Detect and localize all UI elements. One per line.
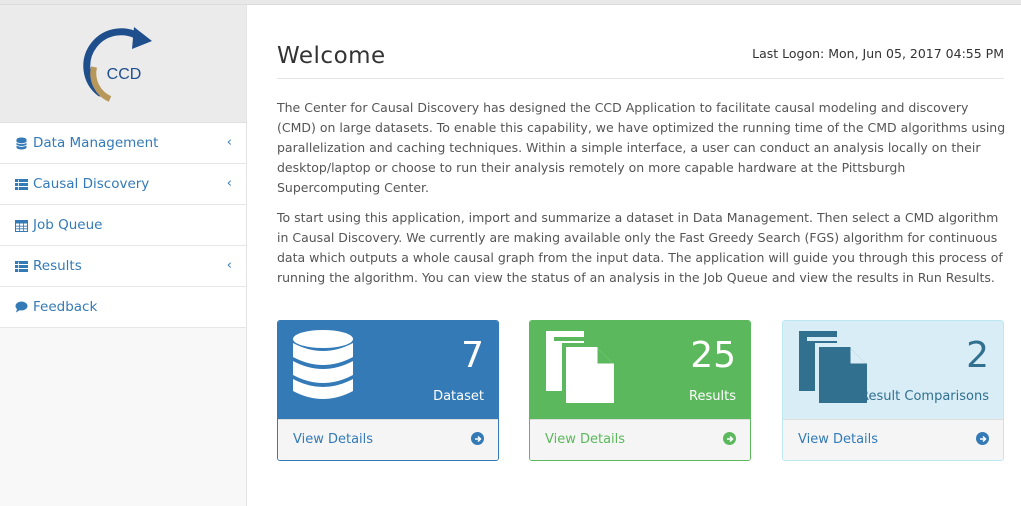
arrow-circle-right-icon [976, 432, 989, 445]
sidebar: CCD Data Management ‹ Causal Discovery ‹… [0, 5, 247, 506]
comparisons-label: Result Comparisons [860, 389, 989, 404]
comment-icon [13, 300, 29, 314]
results-label: Results [689, 389, 736, 404]
chevron-left-icon: ‹ [226, 135, 232, 150]
sidebar-item-label: Results [33, 258, 82, 274]
dataset-panel: 7 Dataset View Details [277, 320, 499, 461]
sidebar-nav: Data Management ‹ Causal Discovery ‹ Job… [0, 123, 246, 328]
sidebar-item-data-management[interactable]: Data Management ‹ [0, 123, 246, 164]
main-content: Welcome Last Logon: Mon, Jun 05, 2017 04… [247, 5, 1021, 506]
results-count: 25 [690, 335, 736, 376]
page-header: Welcome Last Logon: Mon, Jun 05, 2017 04… [277, 41, 1004, 79]
sidebar-item-label: Job Queue [33, 217, 103, 233]
result-comparisons-panel: 2 Result Comparisons View Details [782, 320, 1004, 461]
intro-paragraph: The Center for Causal Discovery has desi… [277, 100, 1006, 195]
dataset-count: 7 [461, 335, 484, 376]
logo-text: CCD [107, 66, 142, 83]
list-icon [13, 259, 29, 273]
sidebar-item-results[interactable]: Results ‹ [0, 246, 246, 287]
ccd-logo[interactable]: CCD [80, 21, 170, 111]
arrow-circle-right-icon [471, 432, 484, 445]
sidebar-item-job-queue[interactable]: Job Queue [0, 205, 246, 246]
sidebar-item-feedback[interactable]: Feedback [0, 287, 246, 328]
database-icon [13, 136, 29, 150]
database-icon [292, 329, 354, 407]
view-details-link[interactable]: View Details [783, 419, 1003, 460]
panel-heading: 7 Dataset [278, 321, 498, 419]
chevron-left-icon: ‹ [226, 258, 232, 273]
last-logon: Last Logon: Mon, Jun 05, 2017 04:55 PM [752, 46, 1004, 61]
results-panel: 25 Results View Details [529, 320, 751, 461]
view-details-label: View Details [798, 432, 879, 447]
sidebar-item-causal-discovery[interactable]: Causal Discovery ‹ [0, 164, 246, 205]
sidebar-item-label: Causal Discovery [33, 176, 150, 192]
view-details-label: View Details [545, 432, 626, 447]
panel-heading: 25 Results [530, 321, 750, 419]
arrow-circle-right-icon [723, 432, 736, 445]
view-details-link[interactable]: View Details [530, 419, 750, 460]
logo-area: CCD [0, 5, 246, 123]
view-details-link[interactable]: View Details [278, 419, 498, 460]
files-icon [797, 329, 869, 409]
panel-heading: 2 Result Comparisons [783, 321, 1003, 419]
calendar-icon [13, 218, 29, 232]
comparisons-count: 2 [966, 335, 989, 376]
view-details-label: View Details [293, 432, 374, 447]
dataset-label: Dataset [433, 389, 484, 404]
list-icon [13, 177, 29, 191]
files-icon [544, 329, 616, 409]
sidebar-item-label: Feedback [33, 299, 98, 315]
page-title: Welcome [277, 43, 386, 69]
sidebar-item-label: Data Management [33, 135, 159, 151]
instructions-paragraph: To start using this application, import … [277, 210, 1003, 285]
chevron-left-icon: ‹ [226, 176, 232, 191]
